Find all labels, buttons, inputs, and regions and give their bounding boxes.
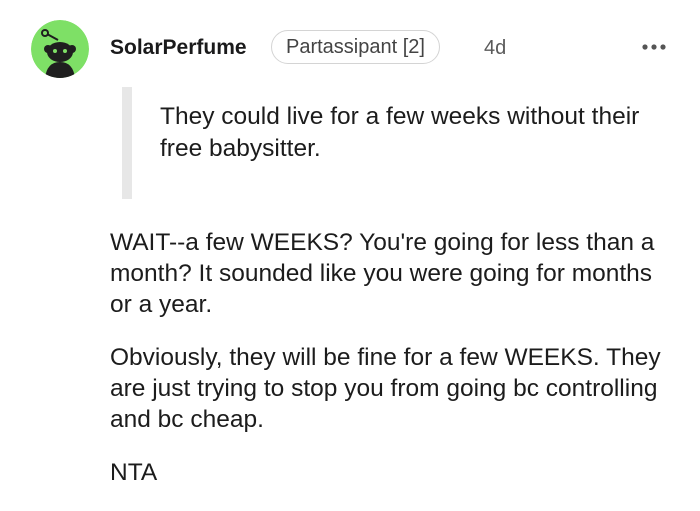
blockquote-text: They could live for a few weeks without …: [160, 103, 640, 162]
comment-verdict: NTA: [110, 459, 158, 486]
user-flair-label: Partassipant [2]: [286, 36, 425, 58]
comment-paragraph: Obviously, they will be fine for a few W…: [110, 344, 661, 433]
reddit-snoo-avatar-icon: [31, 20, 89, 78]
comment-paragraph: WAIT--a few WEEKS? You're going for less…: [110, 229, 655, 318]
comment-card: SolarPerfume Partassipant [2] 4d They co…: [0, 0, 700, 511]
blockquote-bar: [122, 87, 132, 199]
more-options-icon[interactable]: [640, 36, 668, 58]
comment-author[interactable]: SolarPerfume: [110, 34, 247, 62]
comment-timestamp[interactable]: 4d: [484, 34, 506, 62]
avatar[interactable]: [31, 20, 89, 78]
user-flair-badge: Partassipant [2]: [271, 30, 440, 64]
